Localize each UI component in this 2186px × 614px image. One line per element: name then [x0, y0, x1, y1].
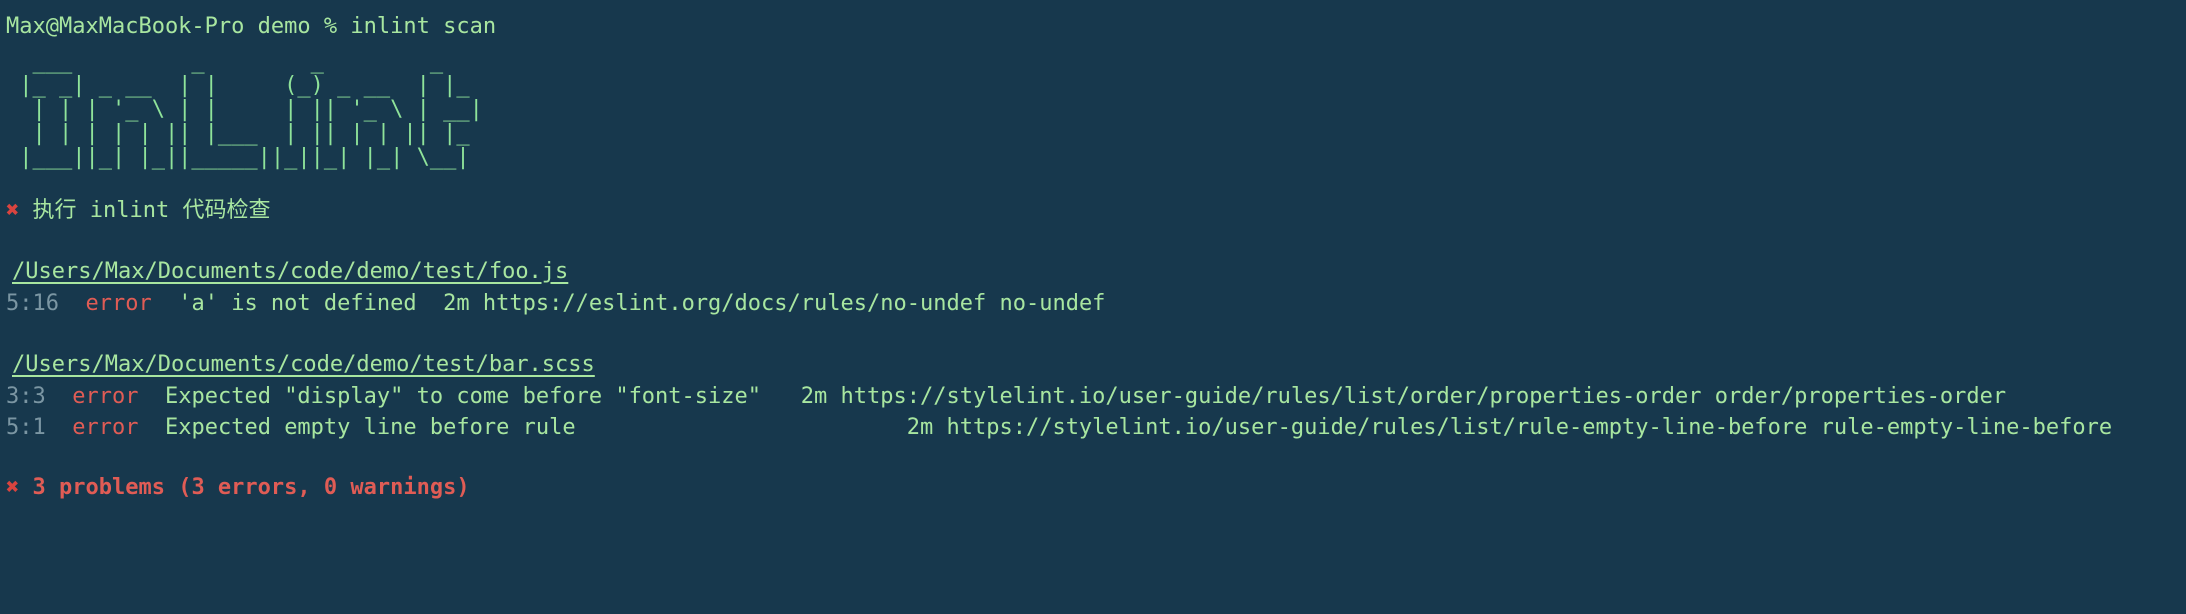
file-path-link[interactable]: /Users/Max/Documents/code/demo/test/bar.…: [6, 349, 595, 381]
ascii-art-banner: ___ _ _ _ |_ _| _ __ | | (_) _ __ | |_ |…: [19, 49, 483, 170]
issue-rule-id: rule-empty-line-before: [1820, 415, 2113, 440]
task-description: 执行 inlint 代码检查: [32, 198, 271, 223]
issue-gap4: [933, 415, 946, 440]
issue-gap3: [761, 384, 801, 409]
issue-gap2: [152, 291, 179, 316]
issue-location: 3:3: [6, 384, 46, 409]
task-status-line: ✖ 执行 inlint 代码检查: [0, 196, 2186, 226]
issue-doc-url[interactable]: https://stylelint.io/user-guide/rules/li…: [841, 384, 1702, 409]
file-block-foo: /Users/Max/Documents/code/demo/test/foo.…: [0, 256, 2186, 288]
spacer-before-summary: [0, 443, 2186, 473]
issue-severity: error: [85, 291, 152, 316]
issue-gap: [46, 384, 73, 409]
task-label: [19, 198, 32, 223]
spacer-after-banner: [0, 170, 2186, 196]
issue-location: 5:16: [6, 291, 59, 316]
cross-icon: ✖: [6, 198, 20, 223]
issue-link-prefix: 2m: [906, 415, 934, 440]
issue-gap3: [417, 291, 444, 316]
issue-message: Expected "display" to come before "font-…: [164, 384, 762, 409]
issue-gap2: [138, 415, 165, 440]
issue-message: 'a' is not defined: [178, 291, 417, 316]
issue-link-prefix: 2m: [800, 384, 828, 409]
issue-gap2: [138, 384, 165, 409]
lint-issue-row: 5:16 error 'a' is not defined 2m https:/…: [0, 288, 2186, 319]
cross-icon: ✖: [6, 475, 20, 500]
issue-gap4: [470, 291, 483, 316]
issue-gap: [59, 291, 86, 316]
issue-message: Expected empty line before rule: [164, 415, 576, 440]
issue-gap4: [827, 384, 840, 409]
file-block-bar: /Users/Max/Documents/code/demo/test/bar.…: [0, 349, 2186, 381]
issue-severity: error: [72, 415, 139, 440]
summary-line: ✖ 3 problems (3 errors, 0 warnings): [0, 473, 2186, 503]
spacer-between-files: [0, 319, 2186, 349]
issue-rule-id: no-undef: [999, 291, 1106, 316]
issue-gap5: [1807, 415, 1820, 440]
summary-gap: [19, 475, 32, 500]
issue-severity: error: [72, 384, 139, 409]
issue-gap: [46, 415, 73, 440]
summary-text: 3 problems (3 errors, 0 warnings): [32, 475, 470, 500]
issue-location: 5:1: [6, 415, 46, 440]
issue-gap5: [986, 291, 999, 316]
file-path-link[interactable]: /Users/Max/Documents/code/demo/test/foo.…: [6, 256, 568, 288]
issue-link-prefix: 2m: [443, 291, 470, 316]
issue-gap3: [576, 415, 907, 440]
lint-issue-row: 3:3 error Expected "display" to come bef…: [0, 381, 2186, 412]
issue-rule-id: order/properties-order: [1714, 384, 2007, 409]
shell-prompt-line: Max@MaxMacBook-Pro demo % inlint scan: [6, 14, 497, 39]
issue-gap5: [1701, 384, 1714, 409]
spacer-after-task: [0, 226, 2186, 256]
issue-doc-url[interactable]: https://eslint.org/docs/rules/no-undef: [483, 291, 986, 316]
terminal-window: Max@MaxMacBook-Pro demo % inlint scan __…: [0, 0, 2186, 614]
lint-issue-row: 5:1 error Expected empty line before rul…: [0, 412, 2186, 443]
issue-doc-url[interactable]: https://stylelint.io/user-guide/rules/li…: [946, 415, 1807, 440]
